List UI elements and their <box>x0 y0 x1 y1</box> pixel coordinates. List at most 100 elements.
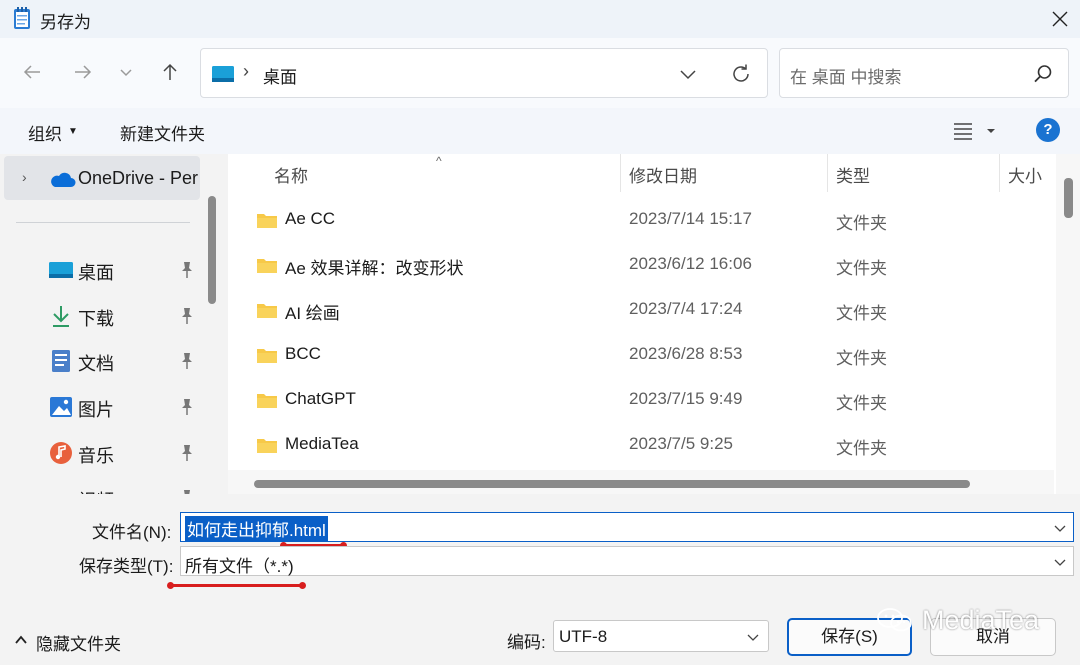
file-row[interactable]: Ae 效果详解：改变形状 2023/6/12 16:06 文件夹 <box>228 243 1054 287</box>
vertical-scrollbar-thumb[interactable] <box>1064 178 1073 218</box>
file-name: Ae CC <box>285 209 336 228</box>
refresh-icon[interactable] <box>729 62 753 86</box>
sort-ascending-icon: ^ <box>436 154 442 168</box>
chevron-down-icon[interactable] <box>1053 555 1067 569</box>
chevron-up-icon <box>15 635 27 644</box>
sidebar-scrollbar-thumb[interactable] <box>208 196 216 304</box>
file-modified: 2023/6/12 16:06 <box>629 254 752 273</box>
window-title: 另存为 <box>40 13 91 32</box>
encoding-select[interactable]: UTF-8 <box>553 620 769 652</box>
column-header-modified[interactable]: 修改日期 <box>629 162 697 187</box>
save-options-panel: 文件名(N): 如何走出抑郁.html 保存类型(T): 所有文件（*.*) 隐… <box>0 494 1080 665</box>
recent-locations-button[interactable] <box>110 56 142 88</box>
hide-folders-button[interactable]: 隐藏文件夹 <box>14 630 144 654</box>
pin-icon[interactable] <box>178 443 196 463</box>
folder-icon <box>257 259 277 273</box>
sidebar-item-onedrive[interactable]: › OneDrive - Per <box>4 156 200 200</box>
file-name: AI 绘画 <box>285 304 340 323</box>
file-modified: 2023/6/28 8:53 <box>629 344 743 363</box>
sidebar-item-label: 文档 <box>78 354 114 374</box>
navigation-pane: › OneDrive - Per 桌面 下载 文档 图片 音乐 <box>0 154 228 494</box>
chevron-down-icon <box>120 69 132 77</box>
expand-chevron-icon[interactable]: › <box>22 169 27 185</box>
sidebar-item-label: 图片 <box>78 400 114 420</box>
file-row[interactable]: BCC 2023/6/28 8:53 文件夹 <box>228 333 1054 377</box>
filename-label: 文件名(N): <box>92 523 172 542</box>
arrow-left-icon <box>23 65 40 79</box>
file-modified: 2023/7/5 9:25 <box>629 434 733 453</box>
file-type: 文件夹 <box>836 349 887 368</box>
file-name: BCC <box>285 344 321 363</box>
organize-button[interactable]: 组织 <box>28 120 62 145</box>
file-list: ^ 名称 修改日期 类型 大小 Ae CC 2023/7/14 15:17 文件… <box>228 154 1080 494</box>
wechat-icon <box>877 608 912 632</box>
file-modified: 2023/7/15 9:49 <box>629 389 743 408</box>
file-row[interactable]: Ae CC 2023/7/14 15:17 文件夹 <box>228 198 1054 242</box>
pin-icon[interactable] <box>178 306 196 326</box>
sidebar-item-label: 音乐 <box>78 446 114 466</box>
view-options-button[interactable] <box>950 118 1000 144</box>
pin-icon[interactable] <box>178 351 196 371</box>
arrow-up-icon <box>163 63 177 80</box>
savetype-label: 保存类型(T): <box>79 557 174 576</box>
up-button[interactable] <box>154 56 186 88</box>
music-icon <box>50 442 72 464</box>
savetype-select[interactable]: 所有文件（*.*) <box>180 546 1074 576</box>
close-button[interactable] <box>1040 0 1080 38</box>
chevron-down-icon[interactable] <box>1053 521 1067 535</box>
chevron-down-icon[interactable] <box>677 63 699 85</box>
annotation-underline <box>170 584 304 587</box>
savetype-value: 所有文件（*.*) <box>185 557 294 576</box>
column-header-type[interactable]: 类型 <box>836 162 870 187</box>
file-row[interactable]: MediaTea 2023/7/5 9:25 文件夹 <box>228 423 1054 467</box>
download-icon <box>53 306 69 327</box>
sidebar-item-music[interactable]: 音乐 <box>0 433 200 473</box>
help-icon: ? <box>1043 121 1053 138</box>
sidebar-item-pictures[interactable]: 图片 <box>0 387 200 427</box>
sidebar-item-videos[interactable]: 视频 <box>0 478 200 494</box>
desktop-icon <box>212 66 234 82</box>
annotation-dot <box>299 582 306 589</box>
search-input[interactable]: 在 桌面 中搜索 <box>779 48 1069 98</box>
notepad-icon <box>14 7 30 29</box>
sidebar-item-documents[interactable]: 文档 <box>0 341 200 381</box>
breadcrumb-desktop[interactable]: 桌面 <box>263 63 297 88</box>
hide-folders-label: 隐藏文件夹 <box>36 635 121 654</box>
sidebar-item-desktop[interactable]: 桌面 <box>0 250 200 290</box>
file-name: ChatGPT <box>285 389 356 408</box>
desktop-icon <box>49 262 73 278</box>
file-name: MediaTea <box>285 434 359 453</box>
pin-icon[interactable] <box>178 260 196 280</box>
help-button[interactable]: ? <box>1036 118 1060 142</box>
onedrive-cloud-icon <box>51 172 76 187</box>
navigation-bar: › 桌面 在 桌面 中搜索 <box>0 38 1080 108</box>
column-header-size[interactable]: 大小 <box>1008 162 1042 187</box>
file-type: 文件夹 <box>836 394 887 413</box>
file-row[interactable]: AI 绘画 2023/7/4 17:24 文件夹 <box>228 288 1054 332</box>
chevron-down-icon <box>747 634 759 641</box>
filename-input[interactable]: 如何走出抑郁.html <box>180 512 1074 542</box>
sidebar-item-downloads[interactable]: 下载 <box>0 296 200 336</box>
encoding-label: 编码: <box>507 633 546 652</box>
column-separator[interactable] <box>620 154 621 192</box>
address-bar[interactable]: › 桌面 <box>200 48 768 98</box>
folder-icon <box>257 304 277 318</box>
pin-icon[interactable] <box>178 397 196 417</box>
breadcrumb-separator: › <box>243 61 249 81</box>
new-folder-button[interactable]: 新建文件夹 <box>120 120 205 145</box>
sidebar-divider <box>16 222 190 223</box>
column-separator[interactable] <box>827 154 828 192</box>
back-button[interactable] <box>16 56 48 88</box>
search-icon <box>1034 65 1052 83</box>
folder-icon <box>257 349 277 363</box>
column-separator[interactable] <box>999 154 1000 192</box>
forward-button[interactable] <box>67 56 99 88</box>
folder-icon <box>257 439 277 453</box>
sidebar-item-label: 视频 <box>78 487 114 494</box>
sidebar-item-label: 桌面 <box>78 263 114 283</box>
column-header-name[interactable]: 名称 <box>274 162 308 187</box>
annotation-dot <box>167 582 174 589</box>
horizontal-scrollbar-thumb[interactable] <box>254 480 970 488</box>
file-type: 文件夹 <box>836 304 887 323</box>
file-row[interactable]: ChatGPT 2023/7/15 9:49 文件夹 <box>228 378 1054 422</box>
